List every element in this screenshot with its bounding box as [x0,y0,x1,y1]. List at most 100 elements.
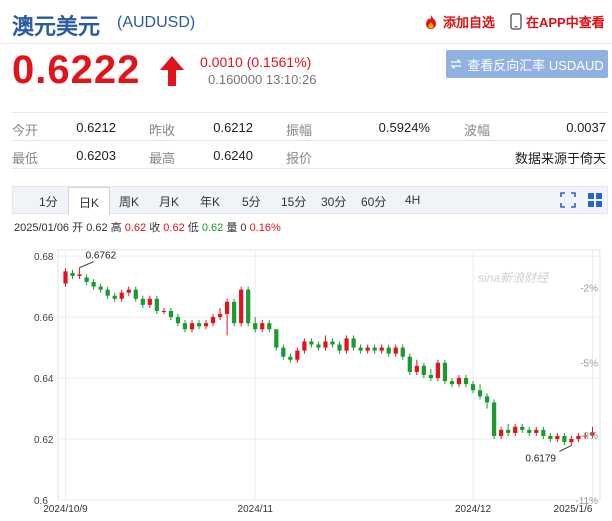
candle-body [555,435,560,440]
tab-5min[interactable]: 5分 [242,193,261,210]
tab-monthly[interactable]: 月K [159,193,179,210]
info-date: 2025/01/06 [14,222,70,234]
y-tick-label: 0.64 [34,374,54,385]
plot-frame [57,249,601,501]
candle-body [316,344,321,348]
candle-body [302,341,307,351]
amplitude-value: 0.5924% [378,120,430,135]
candle-body [477,390,483,397]
candle-body [400,347,405,357]
fire-icon [426,14,436,29]
candle-body [379,347,384,351]
tab-4h[interactable]: 4H [405,193,420,207]
candle-body [527,429,532,433]
candle-body [70,272,75,276]
candle-body [154,298,159,311]
price-change: 0.0010 (0.1561%) [200,54,312,70]
candle-body [365,347,370,351]
pct-tick-label: -5% [580,359,598,370]
min-pointer [559,444,572,452]
x-tick-label: 2024/10/9 [43,504,88,515]
header: 澳元美元 (AUDUSD) 添加自选 在APP中查看 [0,0,612,44]
chart-labels: 0.680.660.640.620.62024/10/9 2024/11 2024/… [34,251,598,515]
candle-body [161,310,166,312]
y-tick-label: 0.66 [34,313,54,324]
info-low-label: 低 [187,222,199,234]
instrument-name: 澳元美元 [12,14,101,39]
candle-body [421,365,426,375]
candle-body [140,298,145,305]
x-tick-label: 2024/11 [238,504,274,515]
tab-weekly[interactable]: 周K [119,193,139,210]
candle-body [414,365,419,372]
candle-body [534,429,539,433]
prev-close-label: 昨收 [149,123,176,138]
candle-body [492,402,497,436]
add-favorite-button[interactable]: 添加自选 [423,12,495,31]
high-label: 最高 [149,151,176,166]
add-favorite-label: 添加自选 [443,15,496,30]
range-value: 0.0037 [566,120,606,135]
candle-body [513,426,518,433]
candle-body [372,347,377,351]
candle-body [435,362,441,379]
candle-body [323,341,328,348]
candle-body [520,426,525,430]
tab-daily[interactable]: 日K [68,187,111,215]
candle-body [344,338,349,351]
info-low-value: 0.62 [201,222,224,234]
candle-body [105,289,110,296]
candle-body [112,295,117,299]
tab-yearly[interactable]: 年K [200,193,220,210]
max-price-label: 0.6762 [86,251,117,262]
candle-info-bar: 2025/01/06 开 0.62 高 0.62 收 0.62 低 0.62 量… [14,219,281,235]
candle-body [309,341,314,345]
view-in-app-button[interactable]: 在APP中查看 [510,12,605,31]
low-label: 最低 [12,151,39,166]
quote-table: 今开 0.6212 昨收 0.6212 振幅 0.5924% 波幅 0.0037… [12,112,608,169]
quote-source-label: 报价 [286,151,313,166]
info-change-pct: 0.16% [249,222,281,234]
swap-icon [450,59,462,69]
candlestick-chart[interactable]: 0.680.660.640.620.62024/10/9 2024/11 2024/… [0,240,612,521]
max-pointer [79,261,94,269]
candle-body [449,381,455,385]
candle-body [470,384,476,391]
candle-body [484,396,490,403]
candle-body [239,289,244,324]
phone-icon [510,13,522,30]
chart-grid [57,249,601,501]
candle-body [253,323,258,330]
tab-30min[interactable]: 30分 [321,193,346,210]
amplitude-label: 振幅 [286,123,313,138]
candle-body [562,435,567,443]
quote-time: 0.160000 13:10:26 [208,72,317,87]
candle-body [175,317,181,324]
range-label: 波幅 [464,123,491,138]
min-price-label: 0.6179 [525,453,556,464]
candle-body [330,341,335,345]
tab-15min[interactable]: 15分 [281,193,306,210]
candle-body [428,375,433,379]
candle-body [260,323,265,330]
fullscreen-icon[interactable] [560,192,576,208]
candle-body [119,292,124,299]
watermark: sina新浪财经 [478,271,550,285]
reverse-rate-button[interactable]: 查看反向汇率 USDAUD [446,50,608,78]
quote-row: 最低 0.6203 最高 0.6240 报价 数据来源于倚天 [12,141,608,169]
candle-body [442,362,448,382]
pct-tick-label: -2% [580,284,598,295]
candle-body [63,271,68,284]
tab-60min[interactable]: 60分 [361,193,386,210]
info-close-value: 0.62 [163,222,185,234]
chart-candles [63,267,595,446]
info-high-label: 高 [110,222,122,234]
info-open-value: 0.62 [86,222,108,234]
tab-1min[interactable]: 1分 [39,193,58,210]
data-source-note: 数据来源于倚天 [514,151,606,166]
candle-body [182,323,188,330]
candle-body [168,310,174,318]
candle-body [295,350,300,360]
candle-body [91,282,96,287]
grid-menu-icon[interactable] [587,192,603,208]
